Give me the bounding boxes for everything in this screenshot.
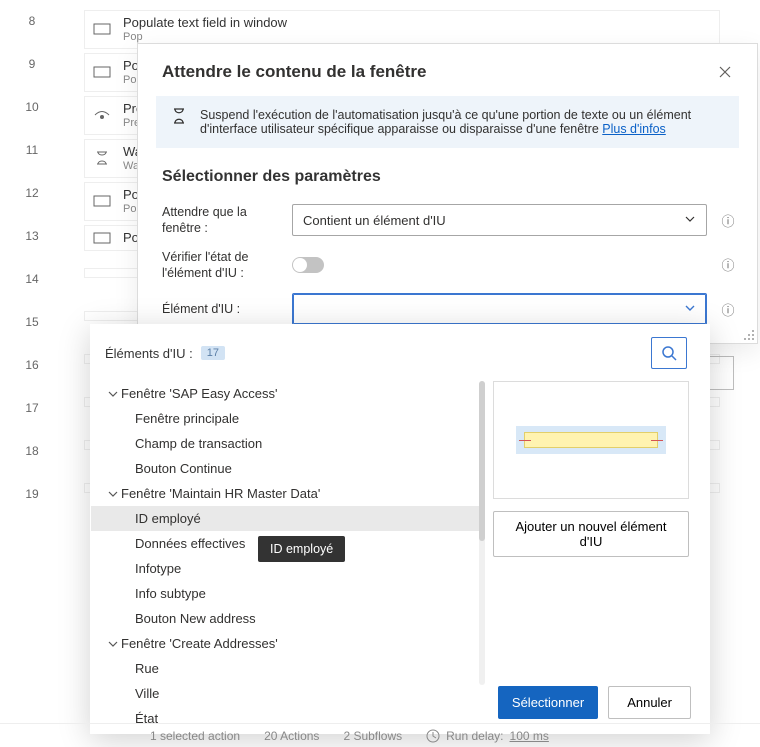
tree-item[interactable]: Bouton Continue (91, 456, 485, 481)
line-number: 11 (12, 139, 52, 157)
dropdown-value: Contient un élément d'IU (303, 213, 446, 228)
add-ui-element-button[interactable]: Ajouter un nouvel élément d'IU (493, 511, 689, 557)
chevron-down-icon (684, 213, 696, 228)
line-number: 15 (12, 311, 52, 329)
tree-item[interactable]: ID employé (91, 506, 485, 531)
info-banner: Suspend l'exécution de l'automatisation … (156, 96, 739, 148)
tree-item[interactable]: Fenêtre principale (91, 406, 485, 431)
status-selected: 1 selected action (150, 729, 240, 743)
tree-item[interactable]: Ville (91, 681, 485, 706)
line-number: 16 (12, 354, 52, 372)
tree-group[interactable]: Fenêtre 'Maintain HR Master Data' (91, 481, 485, 506)
window-icon (93, 22, 111, 36)
line-number: 12 (12, 182, 52, 200)
tree-item[interactable]: Champ de transaction (91, 431, 485, 456)
dialog-title: Attendre le contenu de la fenêtre (162, 62, 427, 82)
scrollbar[interactable] (479, 381, 485, 685)
tree-item-label: Info subtype (135, 586, 206, 601)
tree-item-label: Bouton New address (135, 611, 256, 626)
ui-elements-popover: Éléments d'IU : 17 Fenêtre 'SAP Easy Acc… (90, 324, 710, 734)
chevron-down-icon (684, 302, 696, 317)
close-icon[interactable] (711, 58, 739, 86)
tree-item[interactable]: Info subtype (91, 581, 485, 606)
ui-element-dropdown[interactable] (292, 293, 707, 325)
tree-item-label: Champ de transaction (135, 436, 262, 451)
line-number: 9 (12, 53, 52, 71)
wait-window-dropdown[interactable]: Contient un élément d'IU (292, 204, 707, 236)
ui-elements-count-badge: 17 (201, 346, 225, 360)
line-number: 17 (12, 397, 52, 415)
status-run-delay-label: Run delay: (446, 729, 503, 743)
check-ui-state-toggle[interactable] (292, 257, 324, 273)
line-number: 8 (12, 10, 52, 28)
line-number: 10 (12, 96, 52, 114)
tree-item[interactable]: Rue (91, 656, 485, 681)
select-button[interactable]: Sélectionner (498, 686, 598, 719)
tree-item[interactable]: Bouton New address (91, 606, 485, 631)
tree-item-label: ID employé (135, 511, 201, 526)
ui-element-preview (493, 381, 689, 499)
wait-window-content-dialog: Attendre le contenu de la fenêtre Suspen… (137, 43, 758, 344)
window-icon (93, 231, 111, 245)
line-number: 19 (12, 483, 52, 501)
tree-item-label: Rue (135, 661, 159, 676)
more-info-link[interactable]: Plus d'infos (602, 122, 666, 136)
tree-item-label: Fenêtre principale (135, 411, 239, 426)
chevron-down-icon (105, 489, 121, 499)
tree-item-label: Fenêtre 'Create Addresses' (121, 636, 278, 651)
info-icon[interactable]: ⓘ (717, 211, 739, 230)
cancel-button[interactable]: Annuler (608, 686, 691, 719)
tree-item-label: Ville (135, 686, 159, 701)
check-ui-state-label: Vérifier l'état de l'élément d'IU : (162, 249, 282, 282)
status-run-delay-value[interactable]: 100 ms (510, 729, 549, 743)
chevron-down-icon (105, 389, 121, 399)
tree-group[interactable]: Fenêtre 'Create Addresses' (91, 631, 485, 656)
status-bar: 1 selected action 20 Actions 2 Subflows … (0, 723, 760, 747)
window-icon (93, 65, 111, 79)
hourglass-icon (93, 151, 111, 165)
search-button[interactable] (651, 337, 687, 369)
tree-group[interactable]: Fenêtre 'SAP Easy Access' (91, 381, 485, 406)
status-actions: 20 Actions (264, 729, 319, 743)
chevron-down-icon (105, 639, 121, 649)
info-icon[interactable]: ⓘ (717, 255, 739, 274)
tree-item-label: Fenêtre 'Maintain HR Master Data' (121, 486, 320, 501)
tree-item-label: Fenêtre 'SAP Easy Access' (121, 386, 277, 401)
window-icon (93, 194, 111, 208)
ui-element-label: Élément d'IU : (162, 301, 282, 317)
hourglass-icon (172, 108, 188, 136)
wait-window-label: Attendre que la fenêtre : (162, 204, 282, 237)
tree-item-label: Bouton Continue (135, 461, 232, 476)
resize-handle-icon[interactable] (741, 327, 755, 341)
ui-elements-tree: Fenêtre 'SAP Easy Access' Fenêtre princip… (91, 373, 485, 693)
tooltip: ID employé (258, 536, 345, 562)
ui-elements-heading: Éléments d'IU : (105, 346, 193, 361)
line-number: 18 (12, 440, 52, 458)
tree-item-label: Données effectives (135, 536, 245, 551)
line-number: 13 (12, 225, 52, 243)
cursor-icon (93, 108, 111, 122)
section-title: Sélectionner des paramètres (138, 158, 757, 198)
tree-item-label: Infotype (135, 561, 181, 576)
info-icon[interactable]: ⓘ (717, 300, 739, 319)
status-subflows: 2 Subflows (343, 729, 402, 743)
line-number: 14 (12, 268, 52, 286)
clock-icon (426, 729, 440, 743)
search-icon (661, 345, 677, 361)
scrollbar-thumb[interactable] (479, 381, 485, 541)
